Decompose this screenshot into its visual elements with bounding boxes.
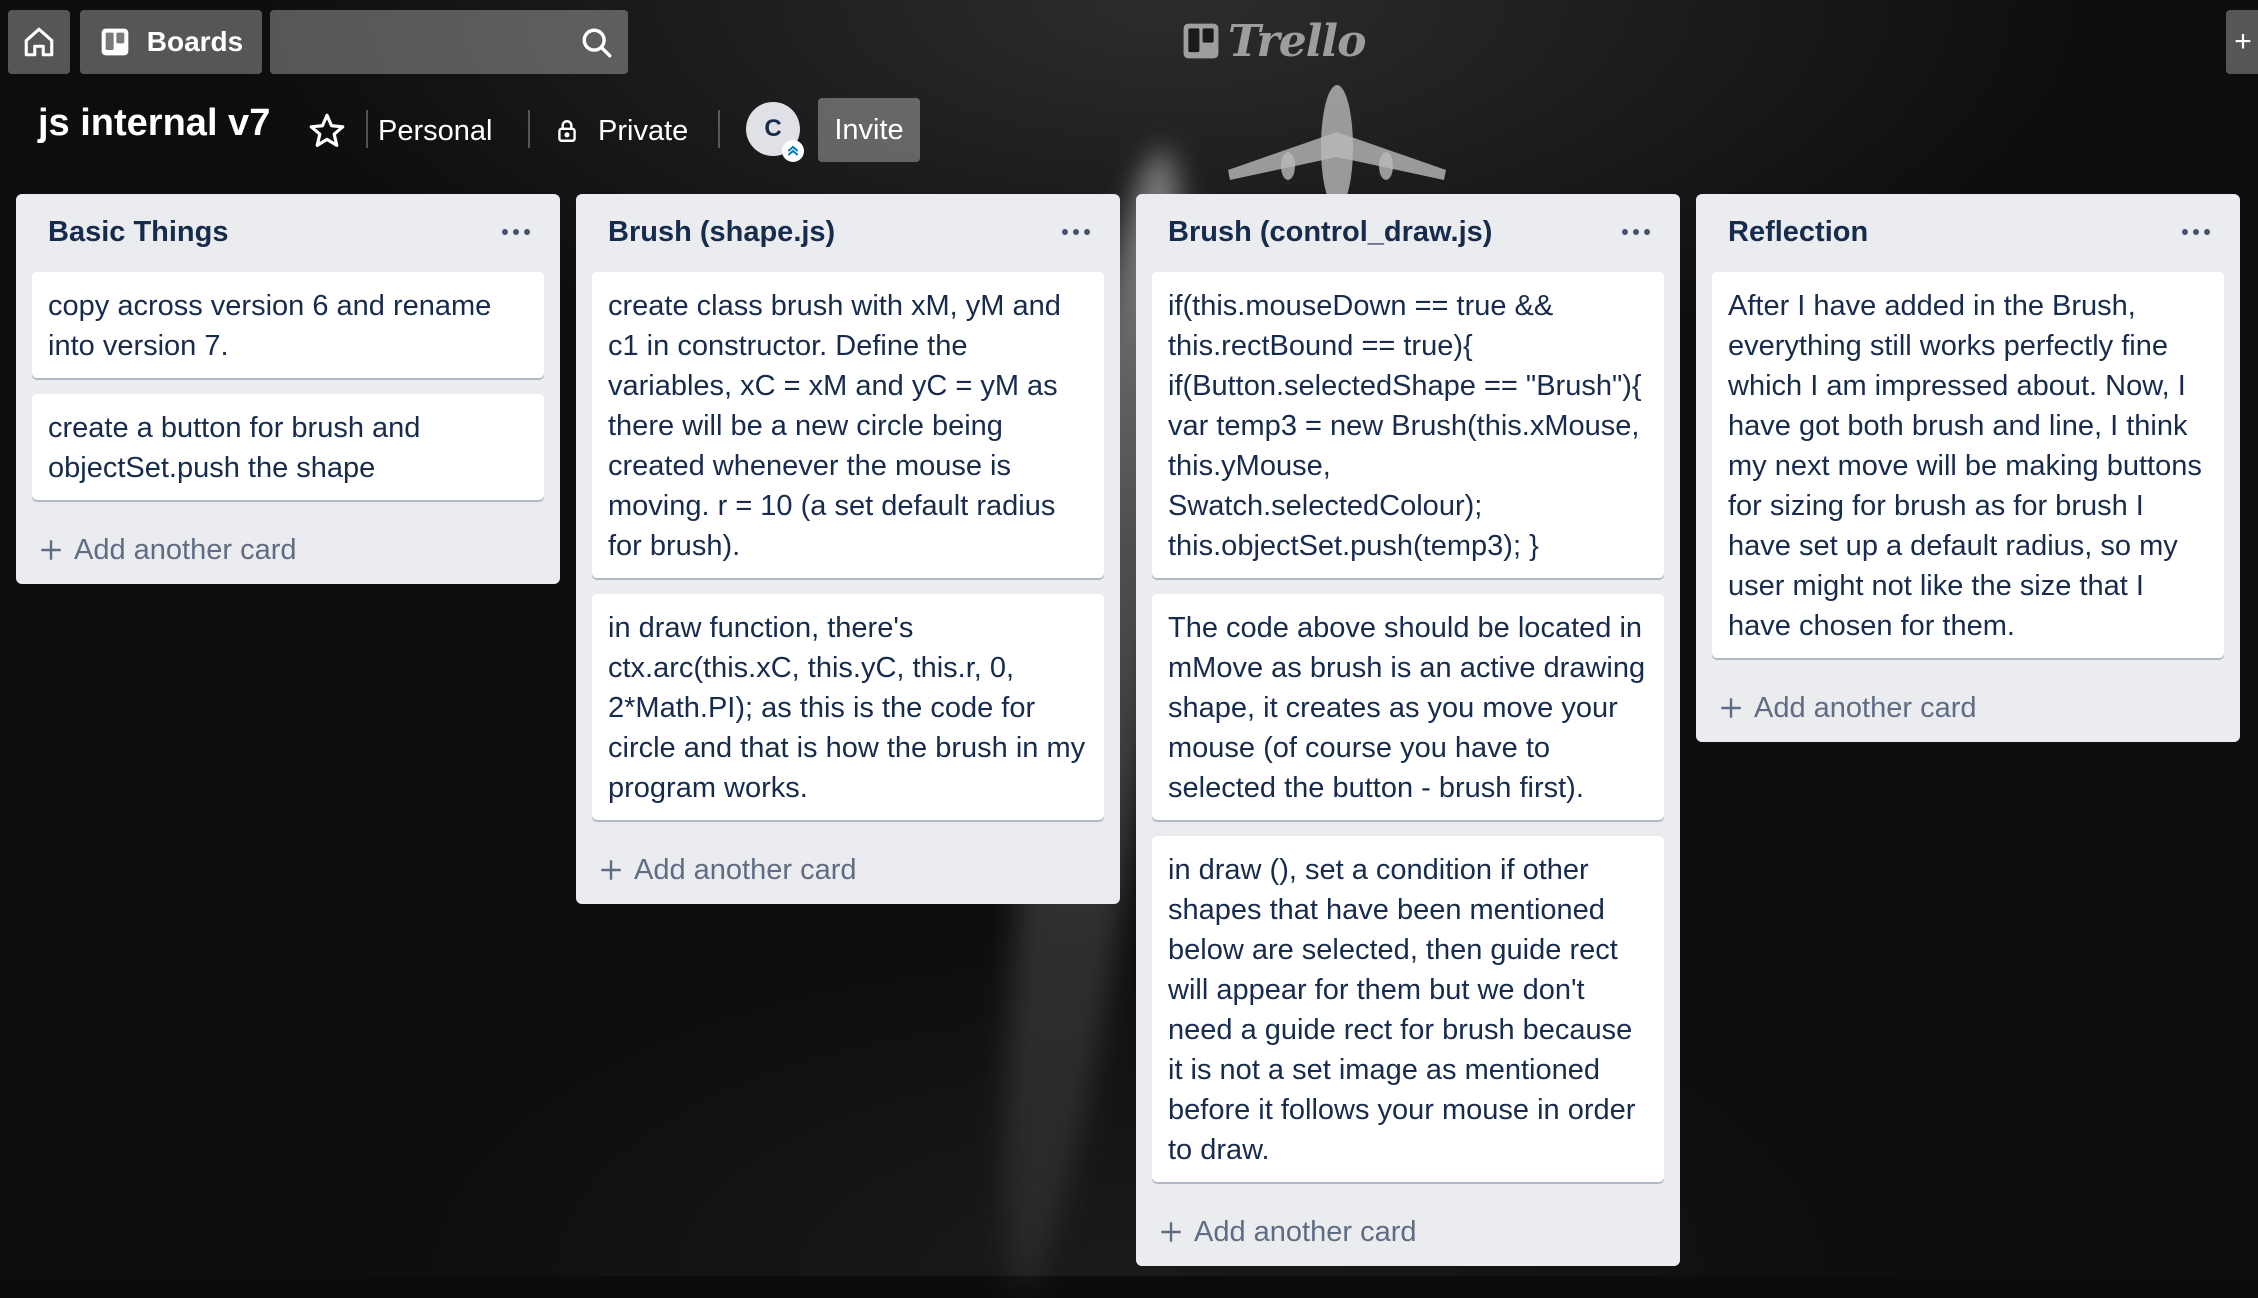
privacy-label: Private <box>598 114 689 147</box>
background-airplane <box>1228 85 1446 212</box>
star-icon[interactable] <box>306 110 348 152</box>
list-header: Brush (control_draw.js) <box>1136 194 1680 272</box>
list-title[interactable]: Brush (shape.js) <box>608 216 835 249</box>
header-divider <box>718 110 720 148</box>
boards-icon <box>101 28 129 56</box>
invite-button[interactable]: Invite <box>818 98 920 162</box>
card[interactable]: After I have added in the Brush, everyth… <box>1712 272 2224 658</box>
board-title[interactable]: js internal v7 <box>38 102 270 145</box>
card-list: create class brush with xM, yM and c1 in… <box>576 272 1120 820</box>
add-card-label: Add another card <box>74 533 297 566</box>
admin-badge-icon <box>782 140 804 162</box>
card-list: copy across version 6 and rename into ve… <box>16 272 560 500</box>
card-list: if(this.mouseDown == true && this.rectBo… <box>1136 272 1680 1182</box>
boards-label: Boards <box>146 26 244 57</box>
plus-icon <box>38 537 64 563</box>
trello-logo-text: Trello <box>1228 15 1366 67</box>
add-card-label: Add another card <box>1194 1215 1417 1248</box>
plus-icon: + <box>2234 25 2252 58</box>
card[interactable]: in draw function, there's ctx.arc(this.x… <box>592 594 1104 820</box>
list-header: Basic Things <box>16 194 560 272</box>
ellipsis-icon <box>1622 229 1650 235</box>
card[interactable]: The code above should be located in mMov… <box>1152 594 1664 820</box>
plus-icon <box>598 857 624 883</box>
add-card-button[interactable]: Add another card <box>1696 674 2240 742</box>
list-menu-button[interactable] <box>494 212 538 252</box>
list-brush-shape-js: Brush (shape.js) create class brush with… <box>576 194 1120 904</box>
add-card-button[interactable]: Add another card <box>16 516 560 584</box>
list-menu-button[interactable] <box>2174 212 2218 252</box>
home-icon <box>24 27 54 57</box>
privacy-button[interactable]: Private <box>554 110 688 152</box>
home-button[interactable] <box>8 10 70 74</box>
list-reflection: Reflection After I have added in the Bru… <box>1696 194 2240 742</box>
card[interactable]: copy across version 6 and rename into ve… <box>32 272 544 378</box>
ellipsis-icon <box>1062 229 1090 235</box>
lock-icon <box>558 120 576 142</box>
header-divider <box>528 110 530 148</box>
card[interactable]: if(this.mouseDown == true && this.rectBo… <box>1152 272 1664 578</box>
list-title[interactable]: Basic Things <box>48 216 229 249</box>
team-visibility-button[interactable]: Personal <box>378 110 492 152</box>
add-card-label: Add another card <box>634 853 857 886</box>
ellipsis-icon <box>2182 229 2210 235</box>
card-list: After I have added in the Brush, everyth… <box>1696 272 2240 658</box>
card[interactable]: create a button for brush and objectSet.… <box>32 394 544 500</box>
avatar-initial: C <box>764 115 782 142</box>
boards-button[interactable]: Boards <box>80 10 262 74</box>
add-card-label: Add another card <box>1754 691 1977 724</box>
list-title[interactable]: Reflection <box>1728 216 1868 249</box>
card[interactable]: create class brush with xM, yM and c1 in… <box>592 272 1104 578</box>
list-title[interactable]: Brush (control_draw.js) <box>1168 216 1492 249</box>
list-basic-things: Basic Things copy across version 6 and r… <box>16 194 560 584</box>
add-card-button[interactable]: Add another card <box>1136 1198 1680 1266</box>
list-menu-button[interactable] <box>1614 212 1658 252</box>
list-menu-button[interactable] <box>1054 212 1098 252</box>
plus-icon <box>1158 1219 1184 1245</box>
list-header: Brush (shape.js) <box>576 194 1120 272</box>
top-header: Boards Trello + <box>0 0 2258 82</box>
header-divider <box>366 110 368 148</box>
search-icon[interactable] <box>580 26 614 60</box>
trello-logo-icon <box>1183 23 1219 59</box>
card[interactable]: in draw (), set a condition if other sha… <box>1152 836 1664 1182</box>
list-brush-control-draw-js: Brush (control_draw.js) if(this.mouseDow… <box>1136 194 1680 1266</box>
list-header: Reflection <box>1696 194 2240 272</box>
plus-icon <box>1718 695 1744 721</box>
add-card-button[interactable]: Add another card <box>576 836 1120 904</box>
search-box[interactable] <box>270 10 628 76</box>
member-avatar[interactable]: C <box>746 102 804 162</box>
trello-logo[interactable]: Trello <box>1182 15 1366 67</box>
create-button[interactable]: + <box>2226 10 2258 74</box>
ellipsis-icon <box>502 229 530 235</box>
search-input[interactable] <box>270 10 588 76</box>
